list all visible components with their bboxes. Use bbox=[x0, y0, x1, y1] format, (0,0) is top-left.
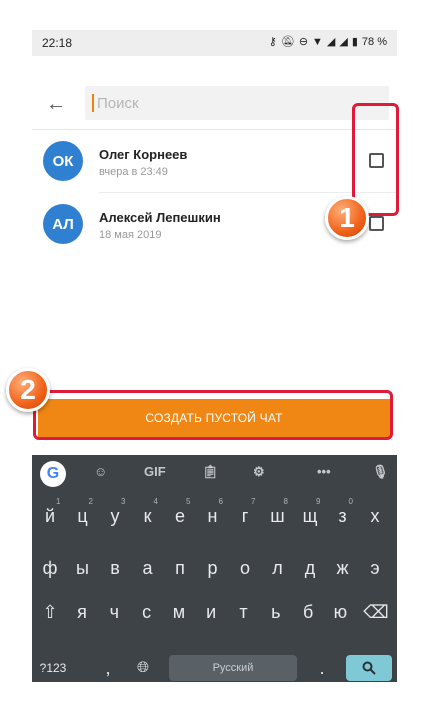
mute-icon: 🔕︎ bbox=[280, 36, 295, 48]
key-т[interactable]: т bbox=[230, 599, 258, 625]
key-х[interactable]: х bbox=[361, 503, 389, 529]
key-ч[interactable]: ч bbox=[100, 599, 128, 625]
key-з[interactable]: з bbox=[329, 503, 357, 529]
backspace-icon[interactable]: ⌫ bbox=[362, 599, 390, 625]
contact-last-seen: вчера в 23:49 bbox=[99, 166, 168, 178]
key-п[interactable]: п bbox=[166, 555, 194, 581]
gif-button[interactable]: GIF bbox=[144, 464, 166, 479]
keyboard-toolbar: G ☺ GIF 📋︎ ⚙ ••• 🎙︎ bbox=[32, 455, 397, 493]
period-key[interactable]: . bbox=[308, 655, 336, 681]
key-е[interactable]: е bbox=[166, 503, 194, 529]
annotation-highlight-button bbox=[33, 390, 393, 440]
key-icon: ⚷ bbox=[268, 36, 277, 48]
status-time: 22:18 bbox=[42, 36, 73, 50]
key-э[interactable]: э bbox=[361, 555, 389, 581]
key-и[interactable]: и bbox=[197, 599, 225, 625]
key-hint: 3 bbox=[121, 497, 126, 506]
key-б[interactable]: б bbox=[294, 599, 322, 625]
key-р[interactable]: р bbox=[199, 555, 227, 581]
status-icons: ⚷ 🔕︎ ⊖ ▼ ◢ ◢ ▮ 78 % bbox=[268, 35, 387, 49]
dnd-icon: ⊖ bbox=[298, 36, 309, 48]
annotation-badge-1: 1 bbox=[325, 196, 369, 240]
microphone-icon[interactable]: 🎙︎ bbox=[372, 464, 389, 480]
search-bar: ← bbox=[32, 56, 397, 130]
search-key[interactable] bbox=[346, 655, 392, 681]
settings-icon[interactable]: ⚙ bbox=[253, 464, 265, 480]
key-м[interactable]: м bbox=[165, 599, 193, 625]
key-в[interactable]: в bbox=[101, 555, 129, 581]
key-й[interactable]: й bbox=[36, 503, 64, 529]
globe-icon[interactable]: 🌐︎ bbox=[129, 655, 157, 681]
sticker-icon[interactable]: ☺ bbox=[94, 464, 107, 479]
clipboard-icon[interactable]: 📋︎ bbox=[202, 464, 219, 480]
status-bar: 22:18 ⚷ 🔕︎ ⊖ ▼ ◢ ◢ ▮ 78 % bbox=[32, 30, 397, 56]
key-л[interactable]: л bbox=[264, 555, 292, 581]
phone-screen: 22:18 ⚷ 🔕︎ ⊖ ▼ ◢ ◢ ▮ 78 % ← ОК Олег Корн… bbox=[32, 30, 397, 682]
key-я[interactable]: я bbox=[68, 599, 96, 625]
key-hint: 1 bbox=[56, 497, 61, 506]
contact-name: Олег Корнеев bbox=[99, 147, 188, 162]
key-к[interactable]: к bbox=[134, 503, 162, 529]
wifi-icon: ▼ bbox=[312, 35, 323, 48]
key-hint: 2 bbox=[88, 497, 93, 506]
signal-icon: ◢ bbox=[326, 36, 336, 48]
search-field[interactable] bbox=[85, 86, 389, 120]
google-icon[interactable]: G bbox=[40, 461, 66, 487]
key-ш[interactable]: ш bbox=[264, 503, 292, 529]
key-ц[interactable]: ц bbox=[69, 503, 97, 529]
key-hint: 0 bbox=[348, 497, 353, 506]
key-ф[interactable]: ф bbox=[36, 555, 64, 581]
key-о[interactable]: о bbox=[231, 555, 259, 581]
key-д[interactable]: д bbox=[296, 555, 324, 581]
space-bar[interactable]: Русский bbox=[169, 655, 297, 681]
key-г[interactable]: г bbox=[231, 503, 259, 529]
key-ж[interactable]: ж bbox=[329, 555, 357, 581]
comma-key[interactable]: , bbox=[94, 655, 122, 681]
avatar: ОК bbox=[43, 141, 83, 181]
key-hint: 4 bbox=[153, 497, 158, 506]
key-hint: 9 bbox=[316, 497, 321, 506]
numbers-key[interactable]: ?123 bbox=[36, 655, 70, 681]
key-hint: 5 bbox=[186, 497, 191, 506]
search-icon bbox=[362, 661, 376, 675]
keyboard: G ☺ GIF 📋︎ ⚙ ••• 🎙︎ ⇧ ⌫ ?123 , 🌐︎ Русски… bbox=[32, 455, 397, 682]
key-ы[interactable]: ы bbox=[69, 555, 97, 581]
text-cursor bbox=[92, 94, 94, 112]
contact-name: Алексей Лепешкин bbox=[99, 210, 221, 225]
key-hint: 8 bbox=[283, 497, 288, 506]
contact-row[interactable]: ОК Олег Корнеев вчера в 23:49 bbox=[32, 131, 397, 194]
annotation-badge-2: 2 bbox=[6, 368, 50, 412]
more-icon[interactable]: ••• bbox=[317, 464, 331, 479]
battery-level: 78 % bbox=[361, 35, 387, 48]
avatar: АЛ bbox=[43, 204, 83, 244]
key-hint: 7 bbox=[251, 497, 256, 506]
key-а[interactable]: а bbox=[134, 555, 162, 581]
contact-last-seen: 18 мая 2019 bbox=[99, 229, 162, 241]
key-щ[interactable]: щ bbox=[296, 503, 324, 529]
signal-icon-2: ◢ bbox=[339, 36, 348, 48]
key-с[interactable]: с bbox=[133, 599, 161, 625]
contact-checkbox[interactable] bbox=[369, 216, 384, 231]
key-у[interactable]: у bbox=[101, 503, 129, 529]
search-input[interactable] bbox=[97, 92, 377, 114]
key-ю[interactable]: ю bbox=[326, 599, 354, 625]
shift-icon[interactable]: ⇧ bbox=[36, 599, 64, 625]
key-н[interactable]: н bbox=[199, 503, 227, 529]
key-hint: 6 bbox=[218, 497, 223, 506]
back-arrow-icon[interactable]: ← bbox=[46, 94, 66, 114]
battery-icon: ▮ bbox=[351, 36, 358, 48]
key-ь[interactable]: ь bbox=[262, 599, 290, 625]
